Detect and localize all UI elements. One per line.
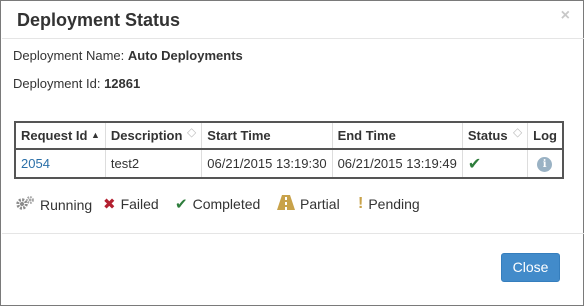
gears-icon: [15, 195, 35, 214]
legend-item-failed: ✖ Failed: [103, 195, 159, 213]
sort-icon: ◇: [512, 125, 523, 139]
footer-divider: [2, 233, 584, 234]
column-header-end-time: End Time: [332, 123, 463, 150]
column-header-description[interactable]: Description ◇: [105, 123, 203, 150]
legend-label: Running: [40, 196, 93, 213]
column-header-status[interactable]: Status ◇: [462, 123, 529, 150]
start-time-cell: 06/21/2015 13:19:30: [201, 149, 333, 177]
dialog-header: Deployment Status ×: [2, 2, 584, 39]
check-icon: ✔: [175, 196, 188, 213]
close-icon[interactable]: ×: [561, 8, 570, 24]
legend-item-running: Running: [15, 195, 92, 214]
deployment-name-line: Deployment Name: Auto Deployments: [13, 48, 243, 63]
legend-item-pending: ! Pending: [358, 195, 420, 213]
column-header-log: Log: [527, 123, 562, 150]
deployment-status-dialog: Deployment Status × Deployment Name: Aut…: [0, 0, 584, 306]
column-label: End Time: [337, 128, 396, 143]
description-cell: test2: [105, 149, 203, 177]
request-id-link[interactable]: 2054: [21, 156, 50, 171]
legend-label: Partial: [300, 196, 340, 212]
column-label: Request Id: [21, 128, 88, 143]
deployment-name-value: Auto Deployments: [127, 48, 243, 63]
exclamation-icon: !: [358, 195, 364, 212]
legend-label: Failed: [120, 196, 159, 212]
column-label: Status: [467, 128, 508, 143]
column-label: Log: [533, 128, 557, 143]
legend-label: Completed: [192, 196, 261, 212]
end-time-cell: 06/21/2015 13:19:49: [332, 149, 463, 177]
legend-item-completed: ✔ Completed: [175, 195, 260, 213]
log-cell: i: [528, 149, 562, 177]
deployment-id-value: 12861: [104, 76, 141, 91]
column-header-start-time: Start Time: [201, 123, 333, 150]
check-icon: ✔: [467, 155, 482, 173]
legend-item-partial: Partial: [277, 195, 340, 213]
table-row: 2054 test2 06/21/2015 13:19:30 06/21/201…: [16, 149, 562, 177]
column-label: Description: [110, 128, 183, 143]
info-icon[interactable]: i: [537, 157, 553, 172]
close-button[interactable]: Close: [501, 253, 560, 282]
sort-ascending-icon: ▲: [91, 130, 100, 140]
dialog-title: Deployment Status: [17, 10, 181, 30]
deployment-name-label: Deployment Name:: [13, 48, 125, 63]
requests-table: Request Id ▲ Description ◇ Start Time En…: [14, 121, 564, 179]
x-icon: ✖: [103, 196, 116, 213]
sort-icon: ◇: [187, 125, 197, 139]
status-cell: ✔: [462, 149, 529, 177]
deployment-id-label: Deployment Id:: [13, 76, 101, 91]
deployment-id-line: Deployment Id: 12861: [13, 76, 140, 91]
road-icon: [277, 195, 295, 213]
table-header-row: Request Id ▲ Description ◇ Start Time En…: [16, 123, 562, 150]
column-header-request-id[interactable]: Request Id ▲: [16, 123, 106, 150]
column-label: Start Time: [207, 128, 271, 143]
legend-label: Pending: [368, 196, 420, 212]
